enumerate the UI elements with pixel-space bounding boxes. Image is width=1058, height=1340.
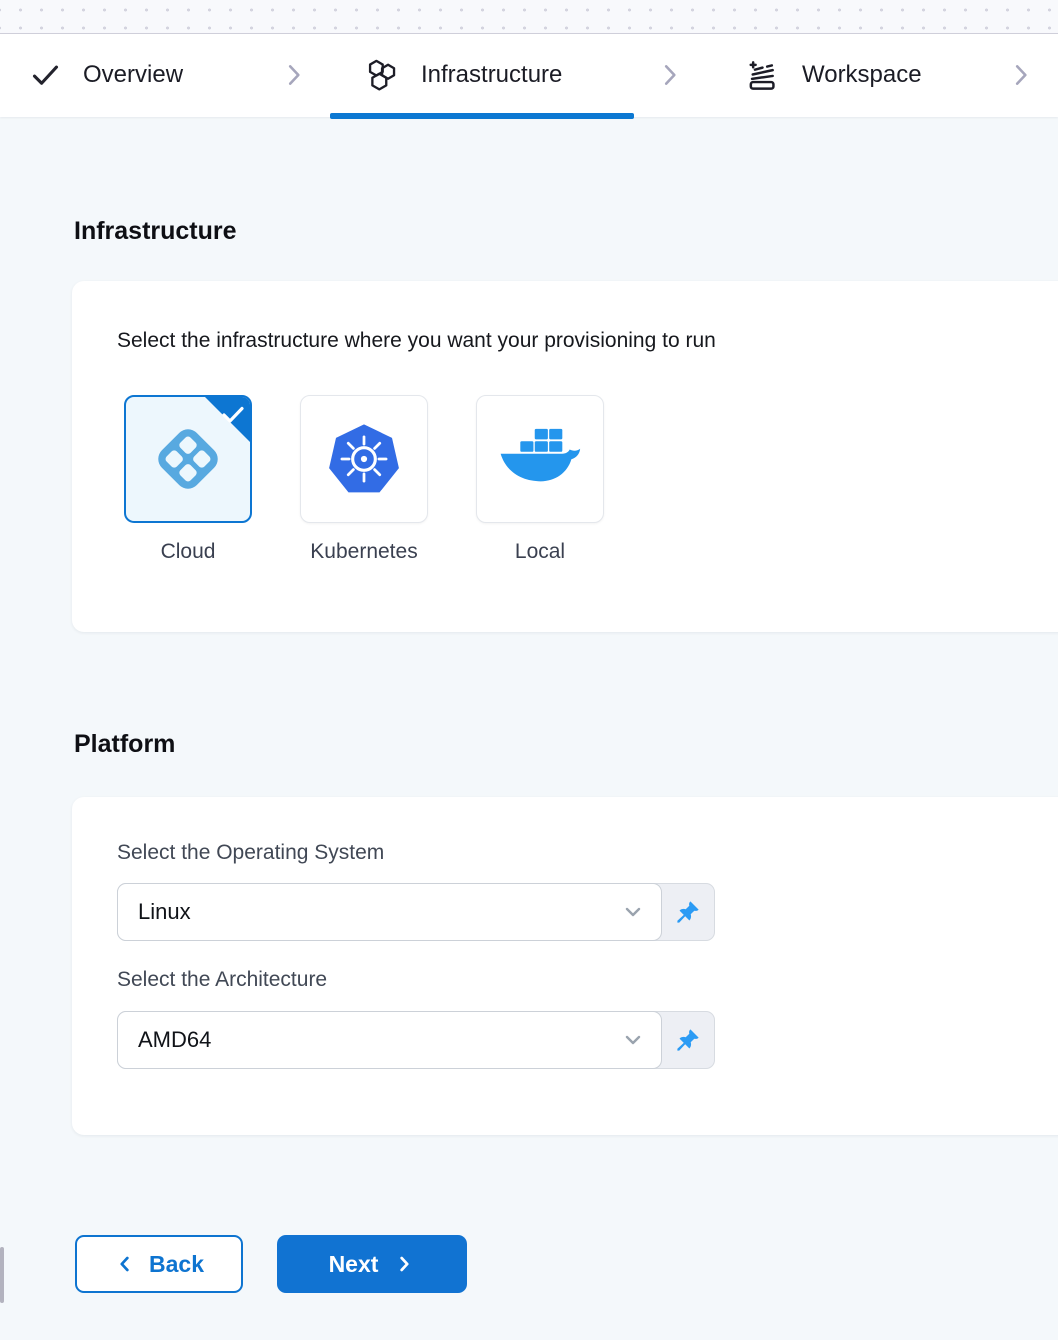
chevron-down-icon — [621, 900, 645, 924]
platform-section-heading: Platform — [74, 730, 175, 759]
kubernetes-icon — [325, 422, 403, 496]
chevron-right-icon — [657, 33, 683, 117]
chevron-down-icon — [621, 1028, 645, 1052]
step-workspace[interactable]: Workspace — [745, 33, 922, 117]
os-select-value: Linux — [138, 899, 191, 925]
kubernetes-tile-label: Kubernetes — [310, 540, 417, 564]
option-local: Local — [476, 395, 604, 564]
arch-select-main[interactable]: AMD64 — [117, 1011, 662, 1069]
hexagons-icon — [364, 58, 399, 93]
dotted-background-strip — [0, 0, 1058, 33]
chevron-right-icon — [281, 33, 307, 117]
back-button-label: Back — [149, 1251, 204, 1278]
arch-select[interactable]: AMD64 — [117, 1011, 715, 1069]
provisioning-wizard-page: Overview Infrastructure — [0, 0, 1058, 1340]
pushpin-icon — [675, 899, 701, 925]
left-scrollbar-fragment[interactable] — [0, 1247, 4, 1303]
chevron-right-icon — [393, 1253, 415, 1275]
option-cloud: Cloud — [124, 395, 252, 564]
step-infrastructure[interactable]: Infrastructure — [364, 33, 562, 117]
selected-check-icon — [222, 406, 244, 423]
step-overview[interactable]: Overview — [30, 33, 183, 117]
active-step-underline — [330, 113, 634, 119]
chevron-left-icon — [114, 1253, 136, 1275]
arch-pin-button[interactable] — [662, 1012, 714, 1068]
local-tile-label: Local — [515, 540, 565, 564]
os-pin-button[interactable] — [662, 884, 714, 940]
step-infrastructure-label: Infrastructure — [421, 61, 562, 89]
local-tile[interactable] — [476, 395, 604, 523]
pushpin-icon — [675, 1027, 701, 1053]
infrastructure-prompt: Select the infrastructure where you want… — [117, 329, 716, 353]
workspace-stack-icon — [745, 58, 780, 93]
arch-select-value: AMD64 — [138, 1027, 211, 1053]
infrastructure-section-heading: Infrastructure — [74, 217, 237, 246]
chevron-right-icon — [1008, 33, 1034, 117]
step-workspace-label: Workspace — [802, 61, 922, 89]
arch-select-label: Select the Architecture — [117, 968, 327, 992]
step-overview-label: Overview — [83, 61, 183, 89]
next-button[interactable]: Next — [277, 1235, 467, 1293]
infrastructure-card: Select the infrastructure where you want… — [72, 281, 1058, 632]
next-button-label: Next — [329, 1251, 379, 1278]
check-icon — [30, 60, 61, 91]
kubernetes-tile[interactable] — [300, 395, 428, 523]
platform-card: Select the Operating System Linux Select… — [72, 797, 1058, 1135]
os-select[interactable]: Linux — [117, 883, 715, 941]
cloud-tile-label: Cloud — [161, 540, 216, 564]
os-select-main[interactable]: Linux — [117, 883, 662, 941]
infrastructure-options: Cloud — [124, 395, 604, 564]
option-kubernetes: Kubernetes — [300, 395, 428, 564]
os-select-label: Select the Operating System — [117, 841, 384, 865]
cloud-tile[interactable] — [124, 395, 252, 523]
back-button[interactable]: Back — [75, 1235, 243, 1293]
docker-whale-icon — [498, 428, 582, 490]
